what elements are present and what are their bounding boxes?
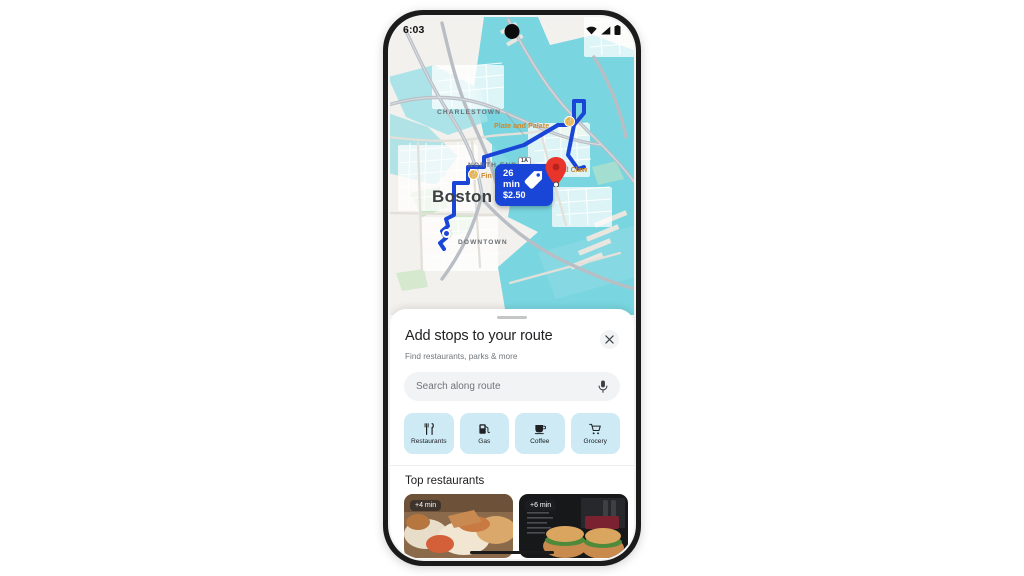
coffee-cup-icon — [534, 424, 546, 434]
front-camera-punch-hole — [504, 24, 520, 39]
sheet-header: Add stops to your route — [390, 319, 634, 349]
restaurant-card[interactable]: +6 min — [519, 494, 628, 558]
sheet-title: Add stops to your route — [405, 328, 553, 344]
restaurant-card-list[interactable]: +4 min +6 min — [390, 487, 634, 558]
fork-knife-icon — [424, 422, 434, 435]
chip-gas[interactable]: Gas — [459, 413, 509, 454]
chip-label: Gas — [478, 437, 491, 445]
phone-bezel: CHARLESTOWN NORTH END DOWNTOWN Boston 🍴 … — [388, 15, 636, 561]
poi-dot-plate-and-palate[interactable]: 🍴 — [564, 116, 575, 127]
sheet-subtitle: Find restaurants, parks & more — [405, 352, 518, 361]
route-duration-row: 26 min — [503, 168, 545, 190]
wifi-icon — [586, 26, 597, 34]
search-along-route-bar[interactable]: Search along route — [404, 372, 620, 401]
shopping-cart-icon — [589, 423, 602, 434]
toll-tag-icon — [524, 171, 542, 189]
status-time: 6:03 — [403, 24, 425, 36]
section-title-top-restaurants: Top restaurants — [405, 475, 485, 487]
chip-coffee[interactable]: Coffee — [515, 413, 565, 454]
status-icons — [586, 25, 621, 35]
map-view[interactable]: CHARLESTOWN NORTH END DOWNTOWN Boston 🍴 … — [390, 17, 634, 315]
close-button[interactable] — [600, 330, 619, 349]
screenshot-canvas: CHARLESTOWN NORTH END DOWNTOWN Boston 🍴 … — [0, 0, 1024, 576]
gas-pump-icon — [479, 423, 491, 434]
chip-label: Restaurants — [410, 437, 447, 445]
chip-label: Coffee — [530, 437, 550, 445]
home-indicator — [470, 551, 554, 554]
poi-dot-fin[interactable]: 🍴 — [468, 169, 479, 180]
phone-screen: CHARLESTOWN NORTH END DOWNTOWN Boston 🍴 … — [390, 17, 634, 559]
card-detour-badge: +4 min — [410, 500, 442, 511]
card-detour-badge: +6 min — [525, 500, 557, 511]
phone-device-frame: CHARLESTOWN NORTH END DOWNTOWN Boston 🍴 … — [383, 10, 641, 566]
close-icon — [605, 335, 614, 344]
route-toll-price: $2.50 — [503, 190, 526, 201]
route-origin-dot — [442, 229, 451, 238]
chip-grocery[interactable]: Grocery — [570, 413, 620, 454]
search-input-placeholder[interactable]: Search along route — [416, 381, 598, 392]
bottom-sheet[interactable]: Add stops to your route Find restaurants… — [390, 309, 634, 559]
battery-icon — [614, 25, 621, 35]
restaurant-card[interactable]: +4 min — [404, 494, 513, 558]
destination-pin[interactable] — [545, 157, 567, 187]
cellular-signal-icon — [601, 25, 611, 35]
route-duration: 26 min — [503, 168, 520, 191]
chip-label: Grocery — [583, 437, 607, 445]
chip-restaurants[interactable]: Restaurants — [404, 413, 454, 454]
category-chips: Restaurants Gas Coffee Grocery — [390, 401, 634, 454]
microphone-icon[interactable] — [598, 380, 608, 393]
